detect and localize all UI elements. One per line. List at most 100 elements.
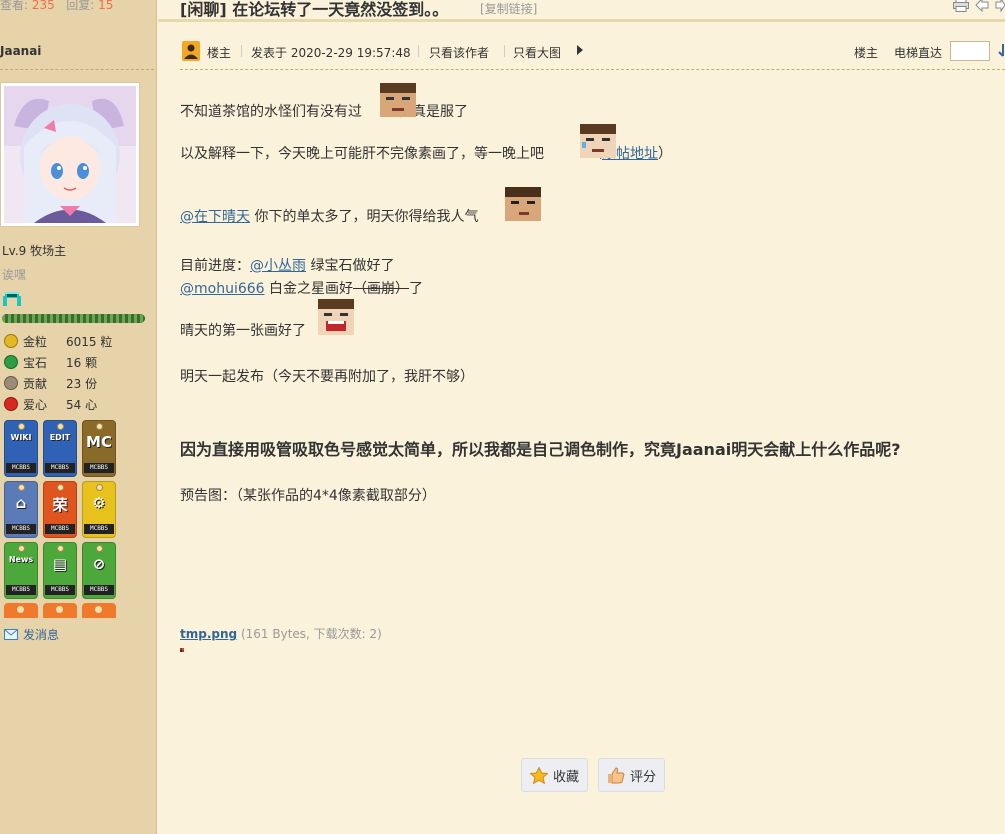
mention-link[interactable]: @小丛雨 [250,258,306,274]
separator [418,45,419,57]
medal[interactable]: EDIT MCBBS [43,420,77,477]
post-text: 白金之星画好 [264,281,354,297]
medal[interactable]: ⊘ MCBBS [82,542,116,599]
gold-nugget-icon [4,334,18,348]
blocky-face-emoji-smirk [505,187,541,221]
medal[interactable]: MC MCBBS [82,420,116,477]
medal[interactable]: WIKI MCBBS [4,420,38,477]
avatar[interactable] [0,82,140,227]
separator [241,45,242,57]
medal-glyph: ⌂ [15,494,27,512]
mention-link[interactable]: @mohui666 [180,281,265,297]
floor-number: 楼主 [854,46,879,60]
post-text: ） [658,146,672,162]
copy-link-button[interactable]: [复制链接] [480,0,537,17]
send-message-link[interactable]: 发消息 [4,626,59,643]
rate-label: 评分 [630,769,657,785]
medal-tag: MCBBS [84,524,114,534]
post-line: 目前进度：@小丛雨 绿宝石做好了 [180,255,394,275]
previous-thread-icon[interactable] [975,0,989,12]
medal[interactable] [82,603,116,618]
medal-glyph: ▤ [52,555,68,573]
go-arrow-icon[interactable] [995,44,1005,58]
medal[interactable]: ⚙ MCBBS [82,481,116,538]
views-count: 235 [31,0,55,12]
thread-header: [闲聊] 在论坛转了一天竟然没签到。。 [复制链接] [158,0,1005,22]
medal-tag: MCBBS [45,463,75,473]
medal-glyph: EDIT [49,433,71,442]
post-line: @mohui666 白金之星画好（画崩）了 [180,278,423,298]
medal[interactable]: ▤ MCBBS [43,542,77,599]
sidebar-divider [0,69,154,70]
medal[interactable]: ⌂ MCBBS [4,481,38,538]
thread-stats: 查看: 235 回复: 15 [0,0,113,13]
big-images-link[interactable]: 只看大图 [513,44,561,61]
post-bar-divider [180,69,1005,70]
medal-tag: MCBBS [84,463,114,473]
send-message-label: 发消息 [23,628,60,642]
post-text: 不知道茶馆的水怪们有没有过 [180,104,362,120]
stat-value: 23 份 [66,376,98,391]
medal-tag: MCBBS [45,585,75,595]
post-line: 不知道茶馆的水怪们有没有过 我真是服了 [180,101,468,121]
stat-value: 6015 粒 [66,334,113,349]
avatar-image [4,86,136,223]
favorite-button[interactable]: 收藏 [521,758,589,792]
mention-link[interactable]: @在下晴天 [180,209,250,225]
envelope-icon [4,629,18,640]
stat-row: 爱心 54 心 [4,395,97,413]
stat-label: 宝石 [23,355,48,370]
favorite-label: 收藏 [553,769,580,785]
attachment-link[interactable]: tmp.png [180,627,237,641]
medal-pin [96,484,103,491]
post-text: 晴天的第一张画好了 [180,323,306,339]
thumbs-up-icon [607,766,625,784]
blocky-face-emoji-laugh [318,299,354,335]
medal-pin [96,423,103,430]
stat-value: 54 心 [66,397,98,412]
medal[interactable] [4,603,38,618]
medal-glyph: MC [86,433,112,451]
post-text: 以及解释一下，今天晚上可能肝不完像素画了，等一晚上吧 [180,146,544,162]
views-label: 查看: [0,0,29,12]
post-info-bar: 楼主 发表于 2020-2-29 19:57:48 只看该作者 只看大图 楼主 … [180,38,1005,66]
only-author-link[interactable]: 只看该作者 [429,44,489,61]
medal-tag: MCBBS [6,463,36,473]
post-text: 绿宝石做好了 [306,258,395,274]
author-badge-icon [182,41,200,61]
user-sidebar: 查看: 235 回复: 15 Jaanai Lv.9 牧场主 诶嘿 WIKI M… [0,0,157,834]
star-icon [530,766,548,784]
stat-row: 金粒 6015 粒 [4,332,112,350]
next-thread-icon[interactable] [995,0,1005,12]
replies-count: 15 [98,0,114,12]
jump-floor-input[interactable] [950,41,990,61]
medal-tag: MCBBS [45,524,75,534]
contribution-icon [4,376,18,390]
medal-pin [57,423,64,430]
print-icon[interactable] [953,0,969,12]
blocky-face-emoji-smug [380,83,416,117]
medal-glyph: WIKI [10,433,32,442]
post-text: 明天一起发布（今天不要再附加了，我肝不够） [180,369,474,385]
medal-pin [57,484,64,491]
stat-label: 贡献 [23,376,48,391]
stat-label: 爱心 [23,397,48,412]
medal[interactable]: News MCBBS [4,542,38,599]
medal-pin [18,423,25,430]
username[interactable]: Jaanai [0,44,41,58]
user-title: 诶嘿 [2,268,27,282]
stat-row: 宝石 16 颗 [4,353,97,371]
rate-button[interactable]: 评分 [598,758,666,792]
apple-icon [4,397,18,411]
attachment-thumbnail[interactable] [180,648,184,652]
stat-row: 贡献 23 份 [4,374,97,392]
medal[interactable] [43,603,77,618]
medal-pin [96,545,103,552]
medal-glyph: ⊘ [92,555,106,573]
post-timestamp: 发表于 2020-2-29 19:57:48 [251,46,411,60]
medal-pin [18,545,25,552]
separator [504,45,505,57]
medal-row-partial [4,603,116,618]
medal[interactable]: 荣 MCBBS [43,481,77,538]
experience-bar-fill [2,314,145,323]
